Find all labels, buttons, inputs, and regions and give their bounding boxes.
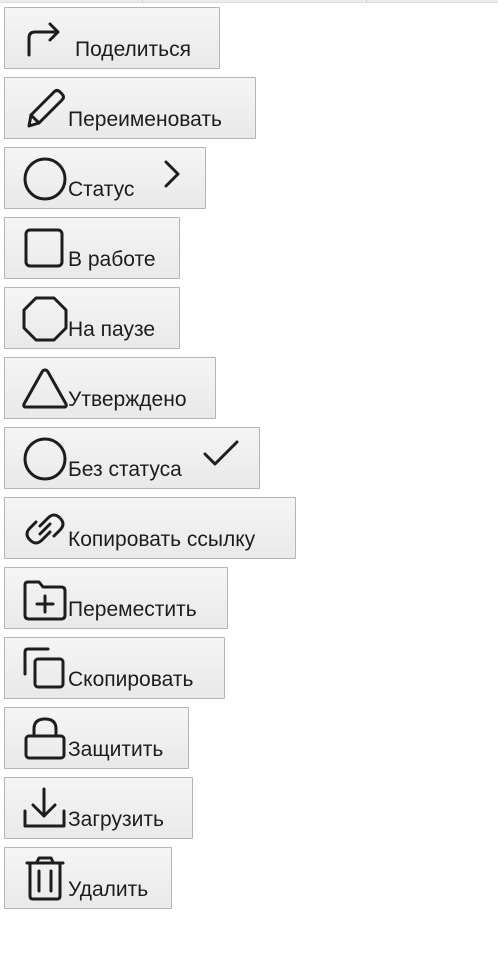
pencil-icon <box>20 84 70 134</box>
status-label: Статус <box>68 178 135 201</box>
approved-status-button[interactable]: Утверждено <box>4 357 216 419</box>
share-arrow-icon <box>20 14 70 64</box>
status-button[interactable]: Статус <box>4 147 206 209</box>
download-button[interactable]: Загрузить <box>4 777 193 839</box>
in-progress-status-button[interactable]: В работе <box>4 217 180 279</box>
no-status-button[interactable]: Без статуса <box>4 427 260 489</box>
trash-icon <box>20 854 70 904</box>
chevron-right-icon <box>153 154 193 194</box>
duplicate-button[interactable]: Скопировать <box>4 637 225 699</box>
protect-label: Защитить <box>68 738 164 761</box>
protect-button[interactable]: Защитить <box>4 707 189 769</box>
copy-link-button[interactable]: Копировать ссылку <box>4 497 296 559</box>
move-button[interactable]: Переместить <box>4 567 228 629</box>
lock-icon <box>20 714 70 764</box>
top-divider <box>0 0 498 3</box>
link-icon <box>20 504 70 554</box>
circle-icon <box>20 154 70 204</box>
delete-label: Удалить <box>68 878 149 901</box>
copy-link-label: Копировать ссылку <box>68 528 256 551</box>
checkmark-icon <box>201 434 241 474</box>
in-progress-label: В работе <box>68 248 156 271</box>
paused-label: На паузе <box>68 318 156 341</box>
rename-button[interactable]: Переименовать <box>4 77 256 139</box>
download-icon <box>20 784 70 834</box>
folder-plus-icon <box>20 574 70 624</box>
octagon-icon <box>20 294 70 344</box>
share-button[interactable]: Поделиться <box>4 7 220 69</box>
share-label: Поделиться <box>75 38 191 61</box>
paused-status-button[interactable]: На паузе <box>4 287 180 349</box>
move-label: Переместить <box>68 598 197 621</box>
square-icon <box>20 224 70 274</box>
delete-button[interactable]: Удалить <box>4 847 172 909</box>
divider-tick <box>366 0 367 3</box>
duplicate-label: Скопировать <box>68 668 194 691</box>
approved-label: Утверждено <box>68 388 187 411</box>
circle-icon <box>20 434 70 484</box>
no-status-label: Без статуса <box>68 458 182 481</box>
download-label: Загрузить <box>68 808 164 831</box>
rename-label: Переименовать <box>68 108 222 131</box>
triangle-icon <box>20 364 70 414</box>
copy-icon <box>20 644 70 694</box>
divider-tick <box>142 0 143 3</box>
